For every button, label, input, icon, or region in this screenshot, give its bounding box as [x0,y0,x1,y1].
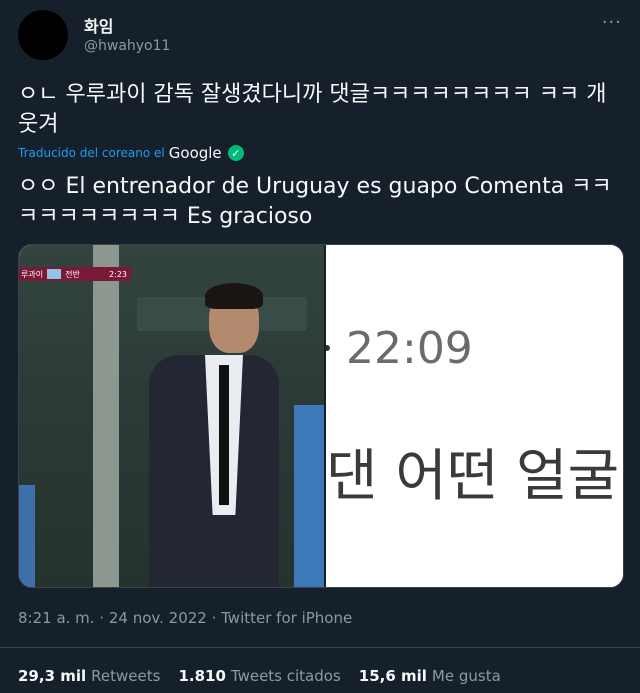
tweet-text: ㅇㄴ 우루과이 감독 잘생겼다니까 댓글ㅋㅋㅋㅋㅋㅋㅋㅋ ㅋㅋ 개웃겨 [18,82,607,137]
quotes-label: Tweets citados [230,667,341,685]
scorebug-time: 2:23 [109,269,127,279]
screenshot-text: 댄 어떤 얼굴 [326,444,620,509]
likes-stat[interactable]: 15,6 mil Me gusta [359,667,501,685]
user-name[interactable]: 화임 [84,13,113,37]
coach-hair [205,283,263,309]
quotes-stat[interactable]: 1.810 Tweets citados [178,667,340,685]
coach-photo[interactable]: 루과이 전반 2:23 [19,245,324,587]
retweets-count: 29,3 mil [18,667,87,685]
avatar[interactable] [18,10,68,60]
photo-pillar [93,245,119,587]
tweet-translation: ㅇㅇ El entrenador de Uruguay es guapo Com… [18,174,612,229]
scorebug-teams: 루과이 [21,269,44,279]
photo-player-right [294,405,324,587]
translated-by[interactable]: Traducido del coreano el Google ✓ [18,144,244,162]
check-icon: ✓ [227,145,244,161]
retweets-label: Retweets [91,667,161,685]
more-icon[interactable]: ··· [602,12,622,33]
likes-label: Me gusta [431,667,501,685]
likes-count: 15,6 mil [358,667,427,685]
retweets-stat[interactable]: 29,3 mil Retweets [18,667,160,685]
tweet-timestamp[interactable]: 8:21 a. m. · 24 nov. 2022 · Twitter for … [18,609,352,627]
quotes-count: 1.810 [178,667,226,685]
coach-tie [219,365,229,505]
dot-icon [326,345,330,351]
screenshot-clock: 22:09 [346,323,473,374]
scorebug: 루과이 전반 2:23 [19,267,131,281]
translated-label: Traducido del coreano el [18,146,165,160]
flag-icon [47,269,62,279]
comment-screenshot[interactable]: 22:09 댄 어떤 얼굴 [326,245,623,587]
divider [0,647,640,648]
user-handle[interactable]: @hwahyo11 [84,38,170,54]
tweet-stats: 29,3 mil Retweets 1.810 Tweets citados 15,… [18,667,501,685]
photo-player-left [19,485,35,587]
translation-provider: Google [168,144,222,162]
tweet-media[interactable]: 루과이 전반 2:23 22:09 댄 어떤 얼굴 [18,244,624,588]
scorebug-half: 전반 [65,269,80,279]
